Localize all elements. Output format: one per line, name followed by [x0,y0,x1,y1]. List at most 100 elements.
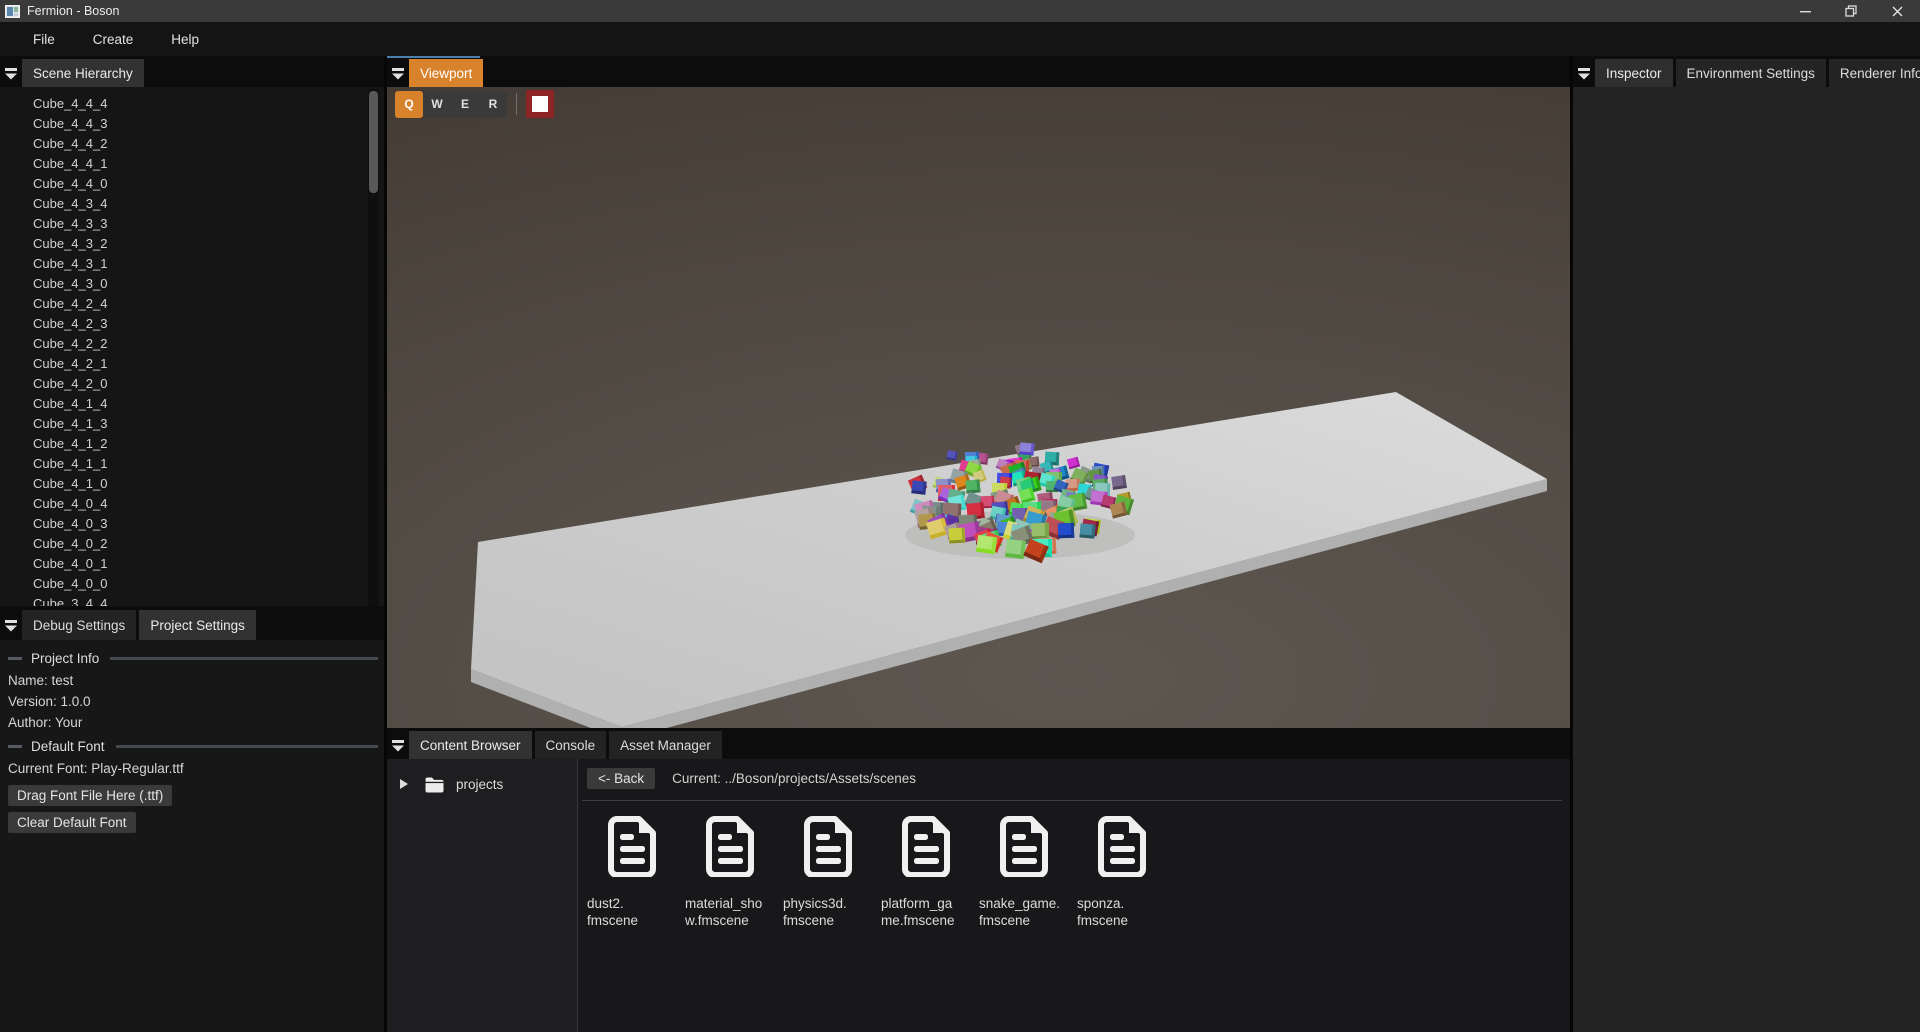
hierarchy-item[interactable]: Cube_4_2_1 [0,354,384,374]
settings-tabbar: Debug SettingsProject Settings [0,606,384,640]
hierarchy-item[interactable]: Cube_4_0_3 [0,514,384,534]
hierarchy-item[interactable]: Cube_4_3_2 [0,234,384,254]
menu-item-create[interactable]: Create [89,30,138,49]
inspector-body [1573,87,1920,1032]
hierarchy-item[interactable]: Cube_4_3_0 [0,274,384,294]
project-version: Version: 1.0.0 [8,691,378,712]
file-item-platform-game-fmscene[interactable]: platform_game.fmscene [881,815,969,929]
hierarchy-item[interactable]: Cube_4_3_4 [0,194,384,214]
file-text-icon [605,815,659,877]
stop-icon [532,96,548,112]
hierarchy-item[interactable]: Cube_4_2_3 [0,314,384,334]
cube [1079,524,1095,539]
content-divider [582,800,1562,801]
hierarchy-item[interactable]: Cube_4_4_4 [0,94,384,114]
gizmo-tool-w[interactable]: W [423,91,451,118]
cube [1058,522,1075,538]
play-state-button[interactable] [526,90,554,118]
file-label: material_show.fmscene [685,895,773,929]
title-bar[interactable]: Fermion - Boson [0,0,1920,22]
cube-pile [387,87,1570,728]
file-text-icon [801,815,855,877]
tree-item-projects[interactable]: projects [387,772,577,796]
clear-font-button[interactable]: Clear Default Font [8,812,136,833]
collapse-icon [391,67,405,80]
hierarchy-item[interactable]: Cube_4_1_2 [0,434,384,454]
back-button[interactable]: <- Back [587,768,655,789]
hierarchy-item[interactable]: Cube_4_3_1 [0,254,384,274]
scene-hierarchy-collapse-button[interactable] [0,59,22,87]
viewport-toolbar: QWER [395,90,554,118]
file-label: snake_game.fmscene [979,895,1067,929]
tab-content-browser[interactable]: Content Browser [409,731,532,759]
separator-dash [8,745,22,748]
hierarchy-item[interactable]: Cube_4_1_4 [0,394,384,414]
tab-renderer-info[interactable]: Renderer Info [1829,59,1920,87]
settings-collapse-button[interactable] [0,610,22,640]
cube [949,527,966,543]
restore-button[interactable] [1828,0,1874,22]
file-item-physics3d-fmscene[interactable]: physics3d.fmscene [783,815,871,929]
hierarchy-item[interactable]: Cube_4_3_3 [0,214,384,234]
file-item-snake-game-fmscene[interactable]: snake_game.fmscene [979,815,1067,929]
content-browser-collapse-button[interactable] [387,731,409,759]
file-label: dust2.fmscene [587,895,675,929]
hierarchy-item[interactable]: Cube_4_1_1 [0,454,384,474]
restore-icon [1845,5,1857,17]
menu-item-file[interactable]: File [29,30,59,49]
hierarchy-item[interactable]: Cube_4_0_4 [0,494,384,514]
hierarchy-item[interactable]: Cube_4_2_4 [0,294,384,314]
file-item-sponza-fmscene[interactable]: sponza.fmscene [1077,815,1165,929]
hierarchy-item[interactable]: Cube_4_4_0 [0,174,384,194]
tab-viewport[interactable]: Viewport [409,59,483,87]
panel-splitter-right[interactable] [1570,56,1573,1032]
file-item-material-show-fmscene[interactable]: material_show.fmscene [685,815,773,929]
gizmo-tool-q[interactable]: Q [395,91,423,118]
viewport-collapse-button[interactable] [387,59,409,87]
content-browser-tabbar: Content BrowserConsoleAsset Manager [387,728,1570,759]
menu-bar: File Create Help [0,22,1920,56]
collapse-icon [4,619,18,632]
tab-environment-settings[interactable]: Environment Settings [1676,59,1826,87]
hierarchy-item[interactable]: Cube_4_1_3 [0,414,384,434]
tab-debug-settings[interactable]: Debug Settings [22,610,136,640]
hierarchy-item[interactable]: Cube_3_4_4 [0,594,384,606]
gizmo-tool-r[interactable]: R [479,91,507,118]
toolbar-separator [516,93,517,115]
tab-project-settings[interactable]: Project Settings [139,610,256,640]
hierarchy-scrollbar-thumb[interactable] [369,91,378,193]
hierarchy-item[interactable]: Cube_4_1_0 [0,474,384,494]
minimize-button[interactable] [1782,0,1828,22]
hierarchy-item[interactable]: Cube_4_0_1 [0,554,384,574]
hierarchy-item[interactable]: Cube_4_2_0 [0,374,384,394]
separator-line [116,745,378,748]
panel-splitter-left[interactable] [384,56,387,1032]
content-browser-panel: Content BrowserConsoleAsset Manager proj… [387,728,1570,1032]
collapse-icon [4,67,18,80]
tab-scene-hierarchy[interactable]: Scene Hierarchy [22,59,144,87]
hierarchy-item[interactable]: Cube_4_0_0 [0,574,384,594]
hierarchy-item[interactable]: Cube_4_4_1 [0,154,384,174]
cube [965,479,980,493]
close-icon [1892,6,1903,17]
tab-asset-manager[interactable]: Asset Manager [609,731,722,759]
close-button[interactable] [1874,0,1920,22]
menu-item-help[interactable]: Help [167,30,203,49]
hierarchy-item[interactable]: Cube_4_2_2 [0,334,384,354]
collapse-icon [391,739,405,752]
drag-font-button[interactable]: Drag Font File Here (.ttf) [8,785,172,806]
hierarchy-item[interactable]: Cube_4_4_3 [0,114,384,134]
inspector-collapse-button[interactable] [1573,59,1595,87]
hierarchy-item[interactable]: Cube_4_0_2 [0,534,384,554]
file-text-icon [1095,815,1149,877]
hierarchy-scrollbar[interactable] [368,89,379,606]
default-font-separator: Default Font [8,735,378,757]
viewport-canvas[interactable]: QWER [387,87,1570,728]
expand-arrow-icon[interactable] [400,779,408,789]
hierarchy-item[interactable]: Cube_4_4_2 [0,134,384,154]
tab-console[interactable]: Console [535,731,607,759]
application-window: Fermion - Boson File Create Help [0,0,1920,1032]
file-item-dust2-fmscene[interactable]: dust2.fmscene [587,815,675,929]
gizmo-tool-e[interactable]: E [451,91,479,118]
tab-inspector[interactable]: Inspector [1595,59,1673,87]
